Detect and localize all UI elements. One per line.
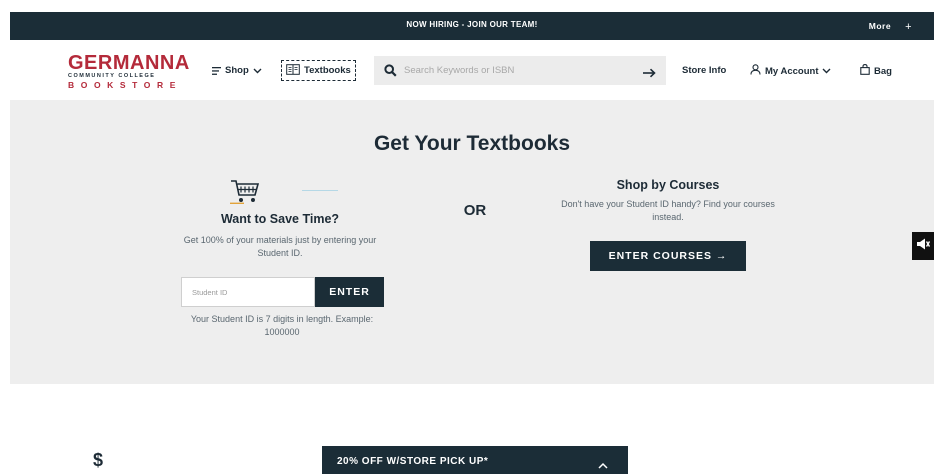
chevron-up-icon[interactable]	[598, 456, 608, 474]
window-edge-left	[0, 0, 10, 474]
speaker-icon	[916, 237, 931, 256]
shop-label: Shop	[225, 65, 249, 76]
my-account-label: My Account	[765, 65, 819, 77]
save-time-description: Get 100% of your materials just by enter…	[183, 235, 377, 258]
user-icon	[750, 64, 761, 78]
cart-icon	[230, 178, 260, 209]
student-id-note: Your Student ID is 7 digits in length. E…	[190, 314, 374, 337]
student-id-form: ENTER	[181, 277, 384, 307]
enter-courses-button[interactable]: ENTER COURSES →	[590, 241, 746, 271]
window-edge-right	[934, 0, 939, 474]
search-bar	[374, 56, 666, 85]
site-header: GERMANNA COMMUNITY COLLEGE BOOKSTORE Sho…	[10, 40, 934, 100]
more-label: More	[868, 21, 892, 31]
textbooks-link[interactable]: Textbooks	[281, 60, 356, 81]
page: NOW HIRING - JOIN OUR TEAM! More + GERMAN…	[0, 0, 939, 474]
textbook-hero: Get Your Textbooks Want to Save Time? Ge…	[10, 100, 934, 384]
store-logo[interactable]: GERMANNA COMMUNITY COLLEGE BOOKSTORE	[68, 52, 190, 91]
window-edge-top	[0, 0, 939, 12]
shop-menu-button[interactable]: Shop	[212, 65, 262, 76]
shop-by-courses-title: Shop by Courses	[616, 178, 720, 192]
chevron-down-icon	[253, 68, 262, 74]
textbooks-label: Textbooks	[304, 65, 351, 76]
more-menu-button[interactable]: More +	[868, 20, 912, 33]
announcement-message[interactable]: NOW HIRING - JOIN OUR TEAM!	[10, 20, 934, 29]
bag-button[interactable]: Bag	[860, 64, 892, 78]
shop-by-courses-description: Don't have your Student ID handy? Find y…	[561, 199, 775, 222]
logo-line-3: BOOKSTORE	[68, 80, 183, 90]
book-icon	[286, 63, 300, 78]
search-input[interactable]	[404, 62, 624, 79]
announcement-bar: NOW HIRING - JOIN OUR TEAM! More +	[10, 12, 934, 40]
bag-label: Bag	[874, 65, 892, 77]
dollar-icon: $	[93, 450, 104, 470]
save-time-title: Want to Save Time?	[220, 212, 340, 226]
or-separator: OR	[463, 202, 487, 219]
search-icon	[384, 64, 397, 82]
store-info-link[interactable]: Store Info	[682, 65, 726, 76]
arrow-right-icon[interactable]	[643, 65, 656, 83]
student-id-input[interactable]	[181, 277, 315, 307]
my-account-button[interactable]: My Account	[750, 64, 831, 78]
logo-line-1: GERMANNA	[68, 52, 190, 74]
bag-icon	[860, 64, 870, 78]
accessibility-widget-button[interactable]	[912, 232, 934, 260]
promo-banner[interactable]: 20% OFF W/STORE PICK UP*	[322, 446, 628, 474]
plus-icon: +	[905, 21, 912, 33]
promo-label: 20% OFF W/STORE PICK UP*	[337, 456, 489, 467]
page-title: Get Your Textbooks	[373, 132, 571, 155]
hamburger-icon	[212, 66, 221, 75]
chevron-down-icon	[822, 66, 831, 77]
decorative-divider	[302, 190, 338, 191]
student-id-enter-button[interactable]: ENTER	[315, 277, 384, 307]
